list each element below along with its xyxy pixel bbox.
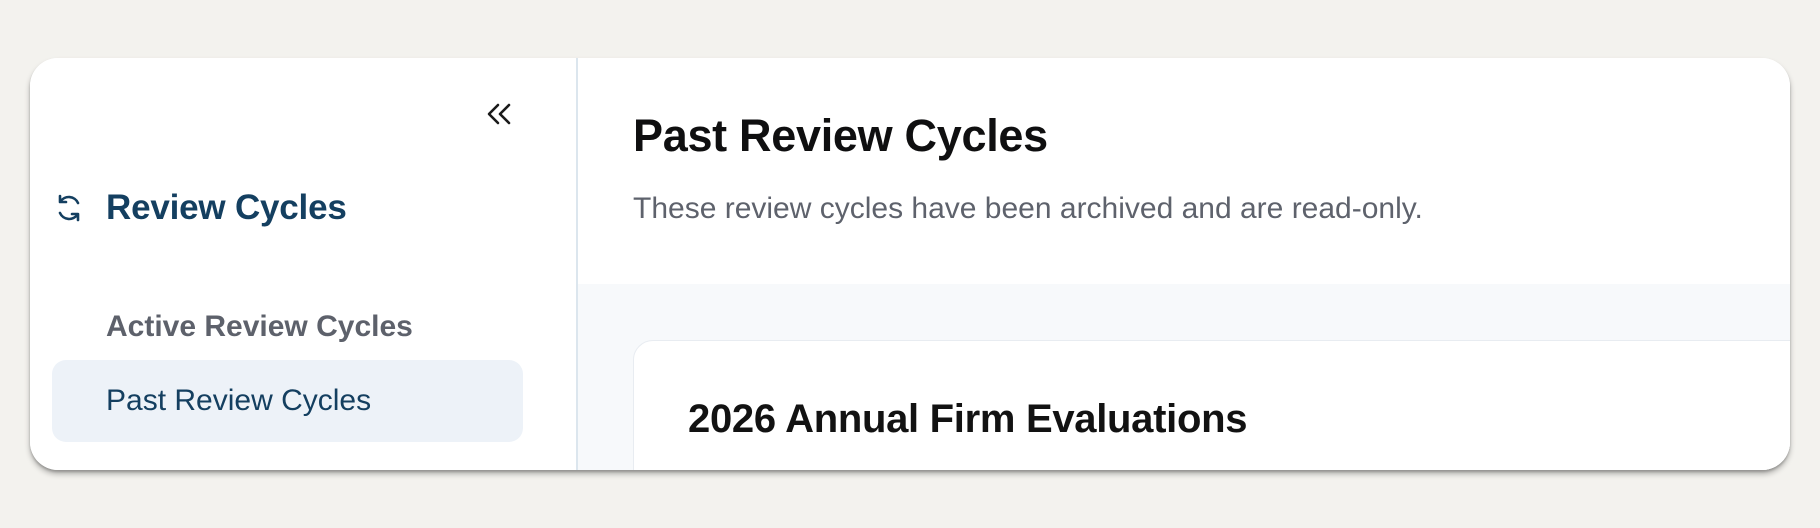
nav-section-title: Review Cycles bbox=[106, 188, 347, 227]
page-title: Past Review Cycles bbox=[633, 110, 1048, 161]
sidebar-item-active-review-cycles[interactable]: Active Review Cycles bbox=[52, 286, 523, 368]
main-content: Past Review Cycles These review cycles h… bbox=[578, 58, 1790, 470]
refresh-cycle-icon bbox=[52, 191, 86, 225]
page-subtitle: These review cycles have been archived a… bbox=[633, 192, 1423, 225]
sidebar-item-past-review-cycles[interactable]: Past Review Cycles bbox=[52, 360, 523, 442]
review-cycle-card[interactable]: 2026 Annual Firm Evaluations bbox=[633, 340, 1790, 470]
sidebar-item-label: Active Review Cycles bbox=[106, 310, 413, 343]
nav-section-review-cycles[interactable]: Review Cycles bbox=[52, 188, 347, 228]
sidebar: Review Cycles Active Review Cycles Past … bbox=[30, 58, 578, 470]
app-window: Review Cycles Active Review Cycles Past … bbox=[30, 58, 1790, 470]
double-chevron-left-icon bbox=[487, 103, 511, 125]
content-area: 2026 Annual Firm Evaluations bbox=[578, 284, 1790, 470]
review-cycle-card-title: 2026 Annual Firm Evaluations bbox=[688, 397, 1248, 441]
sidebar-item-label: Past Review Cycles bbox=[106, 384, 372, 417]
collapse-sidebar-button[interactable] bbox=[476, 94, 522, 134]
